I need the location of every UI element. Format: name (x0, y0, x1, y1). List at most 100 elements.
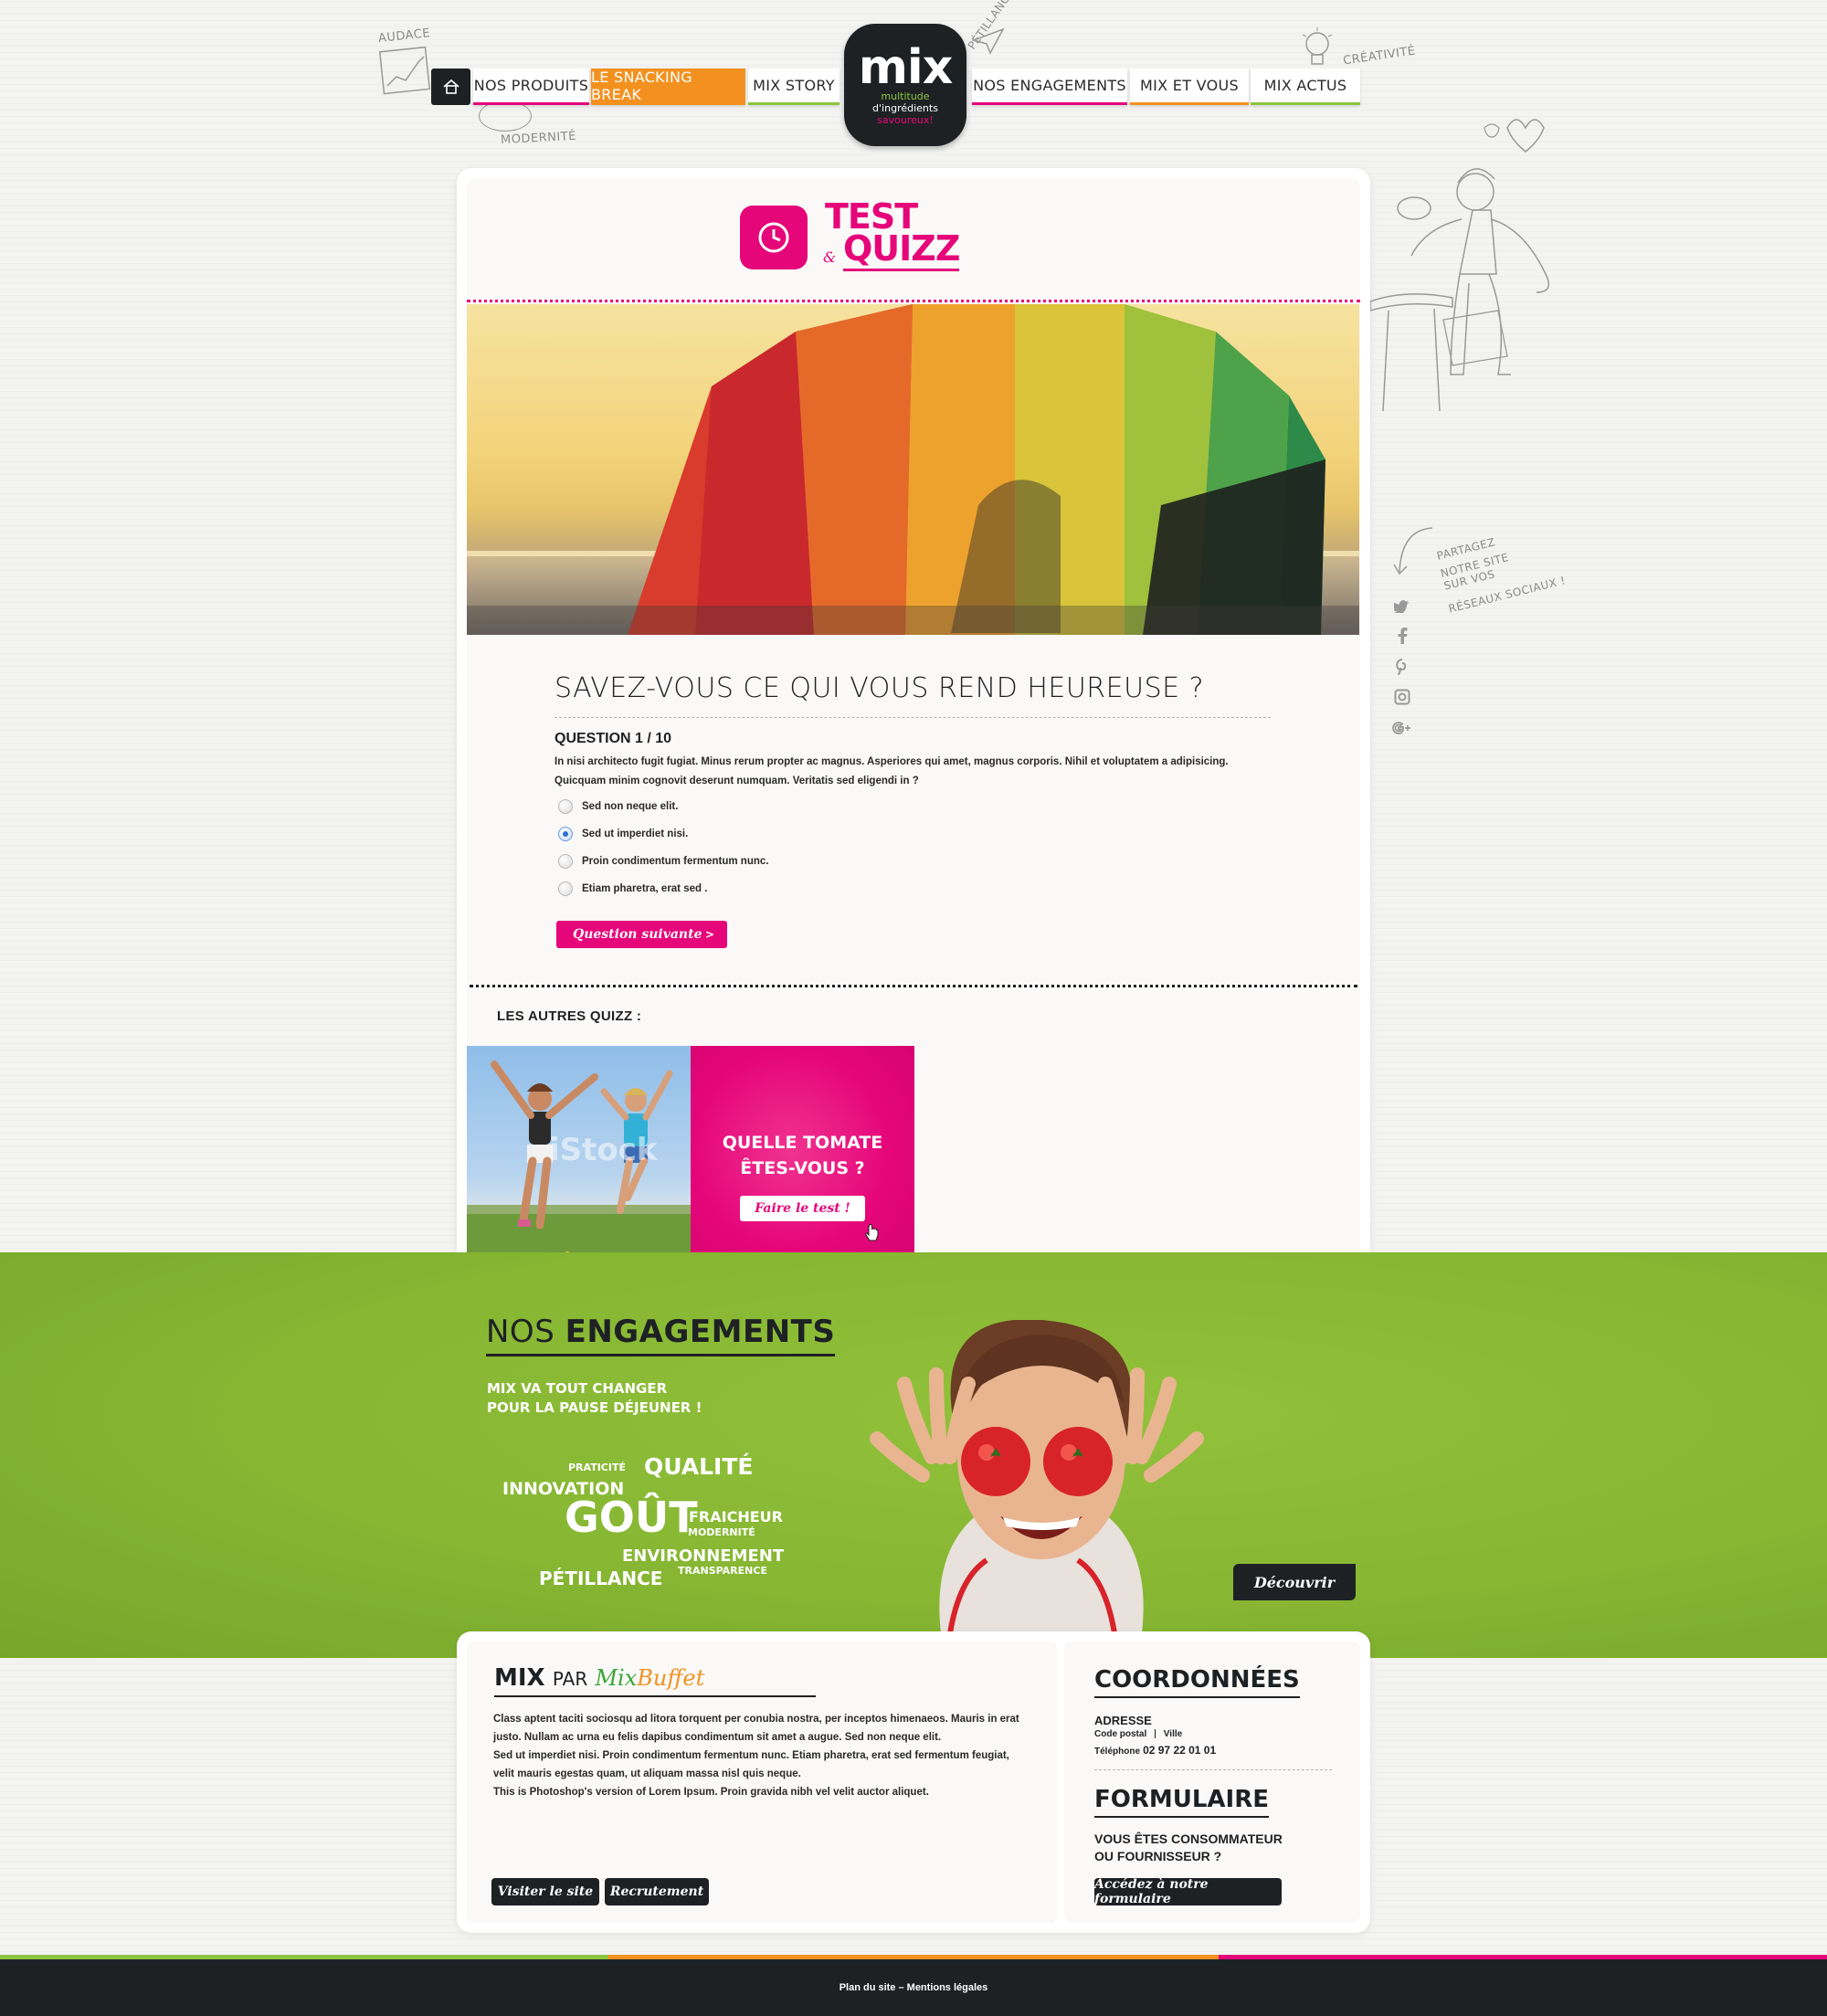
coordinates-title: COORDONNÉES (1094, 1666, 1300, 1698)
mixbuffet-logo: MixBuffet (595, 1665, 705, 1691)
jumping-girls-photo[interactable]: iStock (467, 1046, 691, 1281)
question-number: QUESTION 1 / 10 (554, 731, 672, 746)
tomato-quiz-promo[interactable]: QUELLE TOMATE ÊTES-VOUS ? Faire le test … (691, 1046, 914, 1281)
phone-label: Téléphone (1094, 1747, 1141, 1757)
answer-option[interactable]: Proin condimentum fermentum nunc. (558, 852, 768, 871)
page-title-quizz: QUIZZ (843, 228, 960, 271)
chevron-right-icon: > (704, 928, 714, 941)
nav-mix-et-vous[interactable]: MIX ET VOUS (1130, 69, 1249, 105)
instagram-icon[interactable] (1392, 687, 1412, 707)
engagements-subtitle: MIX VA TOUT CHANGER POUR LA PAUSE DÉJEUN… (487, 1379, 702, 1418)
woman-sketch (1369, 110, 1589, 461)
about-text-line: Sed ut imperdiet nisi. Proin condimentum… (493, 1750, 1009, 1761)
about-text-line: justo. Nullam ac urna eu felis dapibus c… (493, 1732, 942, 1743)
word-gout: GOÛT (565, 1493, 698, 1542)
radio-button[interactable] (558, 799, 573, 814)
nav-le-snacking-break[interactable]: LE SNACKING BREAK (591, 69, 745, 105)
google-plus-icon[interactable] (1392, 718, 1412, 738)
word-praticite: PRATICITÉ (568, 1462, 626, 1473)
footer-links[interactable]: Plan du site – Mentions légales (840, 1982, 988, 1993)
dotted-divider-pink (467, 300, 1360, 302)
mix-word: MIX (494, 1664, 545, 1692)
hand-cursor-icon (864, 1223, 879, 1247)
about-text-line: velit mauris egestas quam, ut aliquam ma… (493, 1768, 801, 1779)
recruitment-button[interactable]: Recrutement (605, 1878, 709, 1905)
address-label: ADRESSE (1094, 1714, 1152, 1727)
engagements-title-bold: ENGAGEMENTS (565, 1314, 836, 1350)
postal-city: Code postal Ville (1094, 1729, 1182, 1739)
word-petillance: PÉTILLANCE (539, 1567, 663, 1589)
paper-plane-doodle (971, 27, 1005, 59)
promo-title-line-2: ÊTES-VOUS ? (740, 1158, 865, 1178)
bubble-doodle (479, 100, 532, 132)
other-quizz-heading: LES AUTRES QUIZZ : (497, 1008, 642, 1024)
istock-watermark: iStock (549, 1132, 659, 1168)
answer-label: Sed ut imperdiet nisi. (582, 829, 689, 839)
question-heading: SAVEZ-VOUS CE QUI VOUS REND HEUREUSE ? (554, 672, 1271, 718)
creativite-label: CRÉATIVITÉ (1342, 44, 1417, 69)
word-qualite: QUALITÉ (644, 1453, 754, 1480)
question-text: In nisi architecto fugit fugiat. Minus r… (554, 753, 1267, 791)
hero-umbrella-image (467, 304, 1359, 635)
answer-label: Sed non neque elit. (582, 801, 679, 812)
take-test-button[interactable]: Faire le test ! (740, 1196, 865, 1221)
word-fraicheur: FRAICHEUR (689, 1508, 783, 1525)
next-question-label: Question suivante (573, 927, 702, 942)
radio-button[interactable] (558, 881, 573, 896)
par-word: PAR (552, 1668, 588, 1690)
access-form-button[interactable]: Accédez à notre formulaire (1094, 1877, 1282, 1906)
question-text-line-2: Quicquam minim cognovit deserunt numquam… (554, 776, 919, 786)
next-question-button[interactable]: Question suivante > (556, 921, 727, 948)
engagements-subtitle-line-2: POUR LA PAUSE DÉJEUNER ! (487, 1399, 702, 1416)
about-text-line: Class aptent taciti sociosqu ad litora t… (493, 1714, 1019, 1725)
answer-label: Proin condimentum fermentum nunc. (582, 856, 769, 867)
about-text: Class aptent taciti sociosqu ad litora t… (493, 1710, 1032, 1801)
engagements-title-light: NOS (486, 1314, 555, 1350)
postal-code: Code postal (1094, 1729, 1147, 1739)
nav-mix-actus[interactable]: MIX ACTUS (1251, 69, 1360, 105)
form-question-line-2: OU FOURNISSEUR ? (1094, 1849, 1222, 1863)
about-text-line: This is Photoshop's version of Lorem Ips… (493, 1787, 929, 1798)
promo-title: QUELLE TOMATE ÊTES-VOUS ? (723, 1130, 883, 1181)
contact-divider (1094, 1769, 1332, 1770)
answer-option[interactable]: Sed ut imperdiet nisi. (558, 825, 688, 843)
mix-logo[interactable]: mix multitude d'ingrédients savoureux! (844, 24, 966, 146)
answer-option[interactable]: Etiam pharetra, erat sed . (558, 880, 707, 898)
word-transparence: TRANSPARENCE (678, 1565, 767, 1577)
modernite-label: MODERNITÉ (500, 129, 577, 148)
mix-par-mixbuffet-title: MIX PAR MixBuffet (494, 1664, 816, 1697)
footer-bar: Plan du site – Mentions légales (0, 1959, 1827, 2016)
word-environnement: ENVIRONNEMENT (622, 1546, 785, 1566)
twitter-icon[interactable] (1392, 596, 1412, 617)
engagements-subtitle-line-1: MIX VA TOUT CHANGER (487, 1380, 668, 1397)
page-title-amp: & (823, 248, 837, 266)
engagements-title: NOS ENGAGEMENTS (486, 1314, 836, 1356)
woman-with-tomatoes-photo (822, 1319, 1242, 1638)
home-icon (442, 79, 459, 94)
audace-doodle (378, 37, 433, 101)
answer-option[interactable]: Sed non neque elit. (558, 797, 678, 816)
phone: Téléphone 02 97 22 01 01 (1094, 1744, 1216, 1757)
visit-site-button[interactable]: Visiter le site (491, 1878, 599, 1905)
city: Ville (1163, 1729, 1183, 1739)
nav-mix-story[interactable]: MIX STORY (748, 69, 840, 105)
question-text-line-1: In nisi architecto fugit fugiat. Minus r… (554, 756, 1229, 767)
discover-button[interactable]: Découvrir (1233, 1564, 1356, 1600)
home-button[interactable] (431, 69, 470, 105)
form-title: FORMULAIRE (1094, 1786, 1270, 1818)
dotted-divider-dark (470, 985, 1357, 987)
nav-nos-produits[interactable]: NOS PRODUITS (473, 69, 589, 105)
nav-nos-engagements[interactable]: NOS ENGAGEMENTS (972, 69, 1127, 105)
pinterest-icon[interactable] (1392, 657, 1412, 677)
phone-number: 02 97 22 01 01 (1143, 1744, 1217, 1757)
radio-button-checked[interactable] (558, 827, 573, 841)
share-arrow-doodle (1390, 522, 1436, 584)
form-question-line-1: VOUS ÊTES CONSOMMATEUR (1094, 1831, 1283, 1846)
word-modernite: MODERNITÉ (688, 1526, 755, 1538)
promo-title-line-1: QUELLE TOMATE (722, 1133, 883, 1153)
facebook-icon[interactable] (1392, 626, 1412, 646)
radio-button[interactable] (558, 854, 573, 869)
answer-label: Etiam pharetra, erat sed . (582, 883, 708, 894)
clock-icon (740, 206, 808, 269)
form-question: VOUS ÊTES CONSOMMATEUR OU FOURNISSEUR ? (1094, 1831, 1283, 1865)
